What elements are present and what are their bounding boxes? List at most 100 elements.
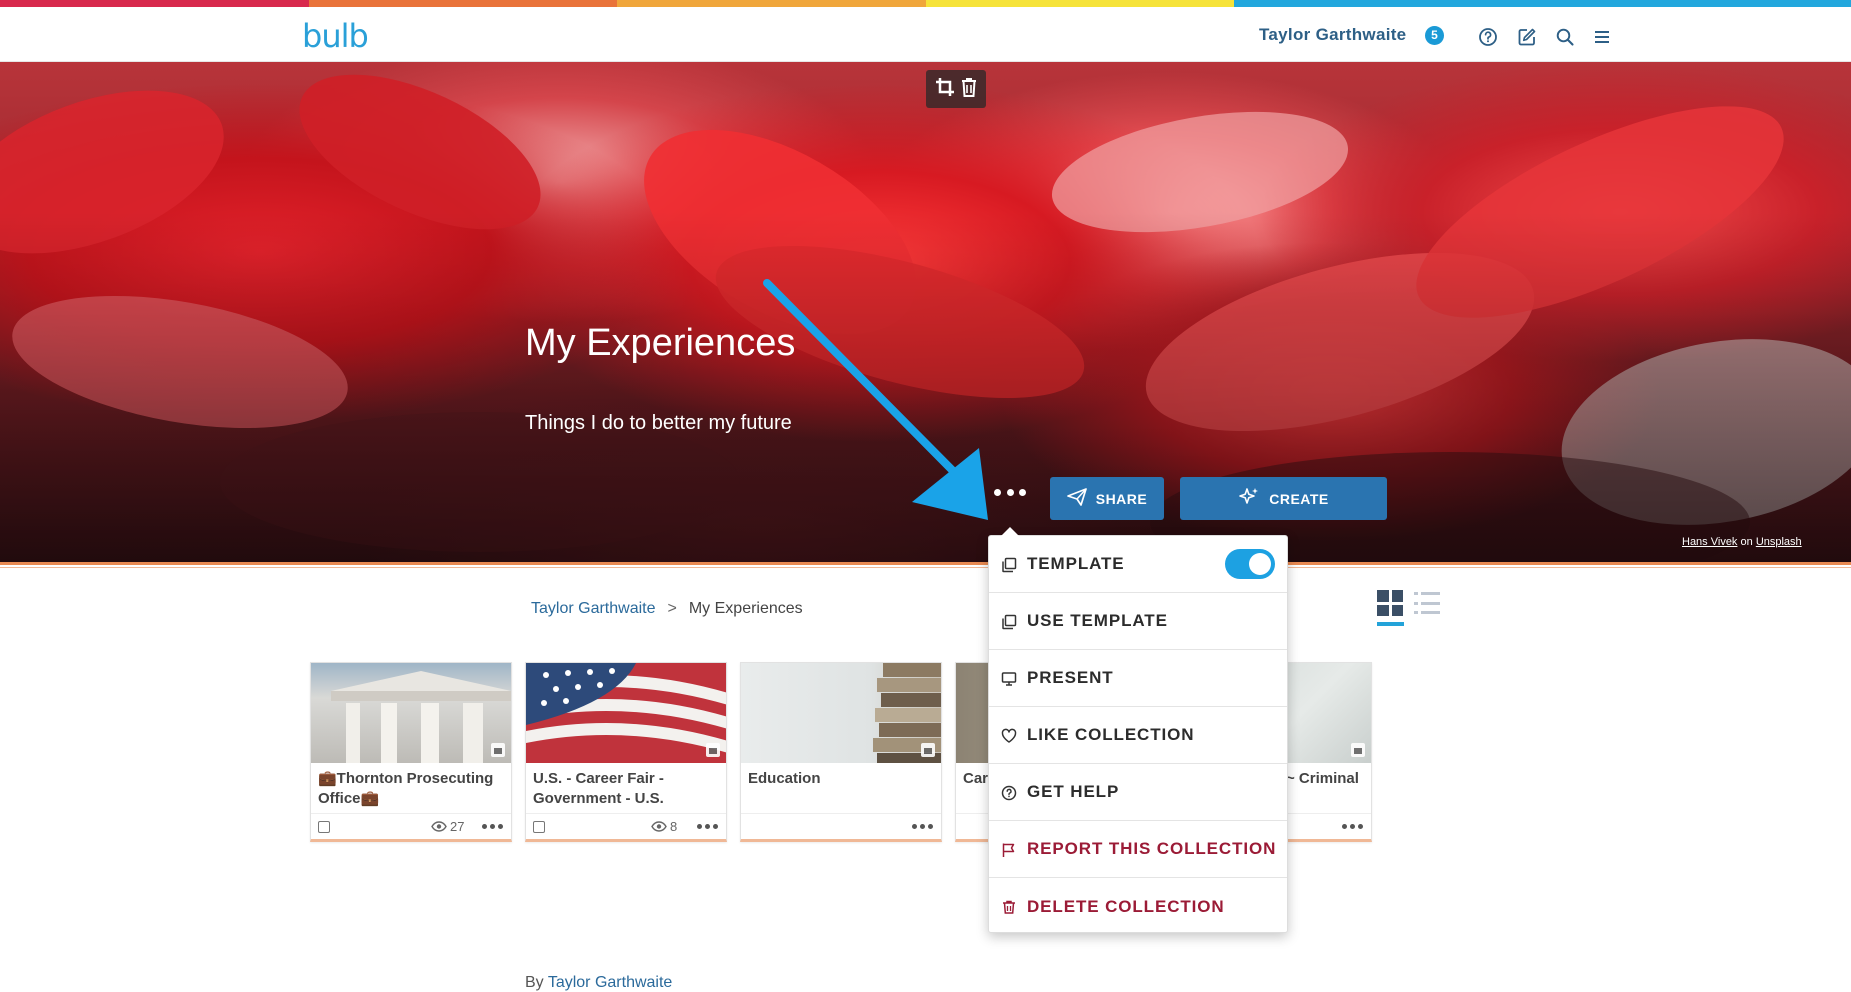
- card-title[interactable]: U.S. - Career Fair - Government - U.S.: [533, 769, 721, 809]
- card-title[interactable]: Education: [748, 769, 936, 789]
- dot-icon: [697, 824, 702, 829]
- photo-credit-source[interactable]: Unsplash: [1756, 536, 1802, 548]
- collection-author: By Taylor Garthwaite: [525, 974, 672, 992]
- dot-icon: [912, 824, 917, 829]
- card-thumbnail: [741, 663, 941, 763]
- help-icon[interactable]: [1475, 24, 1501, 50]
- user-name-link[interactable]: Taylor Garthwaite: [1259, 25, 1406, 45]
- crop-icon[interactable]: [934, 76, 956, 103]
- copy-icon: [318, 821, 330, 833]
- menu-item-label: GET HELP: [1027, 782, 1120, 801]
- view-count-value: 8: [670, 819, 678, 834]
- dot-icon: [498, 824, 503, 829]
- strip-segment-red: [0, 0, 309, 7]
- list-view-icon[interactable]: [1414, 592, 1440, 614]
- breadcrumb-parent-link[interactable]: Taylor Garthwaite: [531, 600, 656, 618]
- dot-icon: [1350, 824, 1355, 829]
- image-tools: [926, 70, 986, 108]
- strip-segment-amber: [617, 0, 926, 7]
- collection-description[interactable]: Things I do to better my future: [525, 412, 792, 435]
- edit-icon[interactable]: [1514, 24, 1540, 50]
- create-button[interactable]: CREATE: [1180, 477, 1387, 520]
- collection-badge-icon: [921, 743, 935, 757]
- menu-item-label: DELETE COLLECTION: [1027, 896, 1225, 916]
- menu-item-label: REPORT THIS COLLECTION: [1027, 839, 1277, 858]
- cover-image: My Experiences Things I do to better my …: [0, 62, 1851, 562]
- card-more-button[interactable]: [697, 824, 718, 829]
- heart-icon: [1000, 727, 1017, 744]
- photo-credit-on: on: [1740, 536, 1753, 548]
- share-label: SHARE: [1095, 490, 1148, 507]
- menu-item-template[interactable]: TEMPLATE: [989, 536, 1287, 593]
- card-more-button[interactable]: [482, 824, 503, 829]
- strip-segment-yellow: [925, 0, 1234, 7]
- menu-item-label: PRESENT: [1027, 668, 1114, 687]
- template-toggle[interactable]: [1225, 549, 1275, 579]
- dot-icon: [920, 824, 925, 829]
- card-more-button[interactable]: [912, 824, 933, 829]
- collection-title[interactable]: My Experiences: [525, 322, 795, 365]
- collection-options-menu: TEMPLATE USE TEMPLATE PRESENT LIKE COLLE…: [988, 527, 1288, 935]
- view-count: 8: [651, 819, 677, 834]
- breadcrumb: Taylor Garthwaite > My Experiences: [531, 600, 803, 618]
- collection-badge-icon: [706, 743, 720, 757]
- sparkle-icon: [1238, 486, 1260, 511]
- more-options-button[interactable]: [990, 480, 1030, 504]
- author-link[interactable]: Taylor Garthwaite: [548, 974, 673, 991]
- menu-item-delete-collection[interactable]: DELETE COLLECTION: [989, 878, 1287, 935]
- dot-icon: [928, 824, 933, 829]
- copy-icon: [1000, 613, 1017, 630]
- trash-icon: [1000, 898, 1017, 915]
- menu-item-get-help[interactable]: GET HELP: [989, 764, 1287, 821]
- top-header: bulb Taylor Garthwaite 5: [0, 7, 1851, 62]
- grid-view-icon[interactable]: [1377, 590, 1403, 616]
- dot-icon: [1019, 488, 1026, 496]
- photo-credit-author[interactable]: Hans Vivek: [1682, 536, 1737, 548]
- card-more-button[interactable]: [1342, 824, 1363, 829]
- menu-item-use-template[interactable]: USE TEMPLATE: [989, 593, 1287, 650]
- dot-icon: [994, 488, 1001, 496]
- grid-cell: [1391, 590, 1403, 602]
- trash-icon[interactable]: [959, 76, 979, 103]
- hamburger-menu-icon[interactable]: [1589, 24, 1615, 50]
- paper-plane-icon: [1066, 488, 1087, 509]
- search-icon[interactable]: [1552, 24, 1578, 50]
- card-footer: 27: [311, 813, 511, 839]
- create-label: CREATE: [1269, 490, 1329, 507]
- bulb-logo[interactable]: bulb: [302, 17, 369, 55]
- share-button[interactable]: SHARE: [1050, 477, 1164, 520]
- menu-item-present[interactable]: PRESENT: [989, 650, 1287, 707]
- dot-icon: [490, 824, 495, 829]
- card-title[interactable]: 💼Thornton Prosecuting Office💼: [318, 769, 506, 809]
- author-prefix: By: [525, 974, 544, 991]
- list-line: [1414, 611, 1440, 614]
- chevron-right-icon: >: [667, 600, 677, 617]
- strip-segment-orange: [308, 0, 617, 7]
- collection-badge-icon: [491, 743, 505, 757]
- dot-icon: [482, 824, 487, 829]
- card-footer: 8: [526, 813, 726, 839]
- list-line: [1414, 601, 1440, 605]
- breadcrumb-current: My Experiences: [688, 600, 803, 617]
- card-footer: [741, 813, 941, 839]
- copy-icon: [533, 821, 545, 833]
- notification-badge[interactable]: 5: [1425, 26, 1444, 45]
- card[interactable]: Education: [740, 662, 942, 842]
- card[interactable]: U.S. - Career Fair - Government - U.S. 8: [525, 662, 727, 842]
- grid-cell: [1377, 604, 1389, 616]
- grid-cell: [1377, 590, 1389, 602]
- menu-item-label: USE TEMPLATE: [1027, 611, 1168, 630]
- view-count-value: 27: [450, 819, 465, 834]
- photo-credit: Hans Vivek on Unsplash: [1682, 536, 1802, 548]
- dot-icon: [1342, 824, 1347, 829]
- list-line: [1414, 592, 1440, 595]
- eye-icon: [651, 821, 667, 832]
- menu-item-label: TEMPLATE: [1027, 554, 1125, 573]
- dot-icon: [1358, 824, 1363, 829]
- menu-item-like-collection[interactable]: LIKE COLLECTION: [989, 707, 1287, 764]
- card[interactable]: 💼Thornton Prosecuting Office💼 27: [310, 662, 512, 842]
- strip-segment-blue-2: [1542, 0, 1851, 7]
- menu-item-report-collection[interactable]: REPORT THIS COLLECTION: [989, 821, 1287, 878]
- active-view-indicator: [1377, 622, 1404, 626]
- card-title[interactable]: ~ Criminal: [1286, 769, 1371, 789]
